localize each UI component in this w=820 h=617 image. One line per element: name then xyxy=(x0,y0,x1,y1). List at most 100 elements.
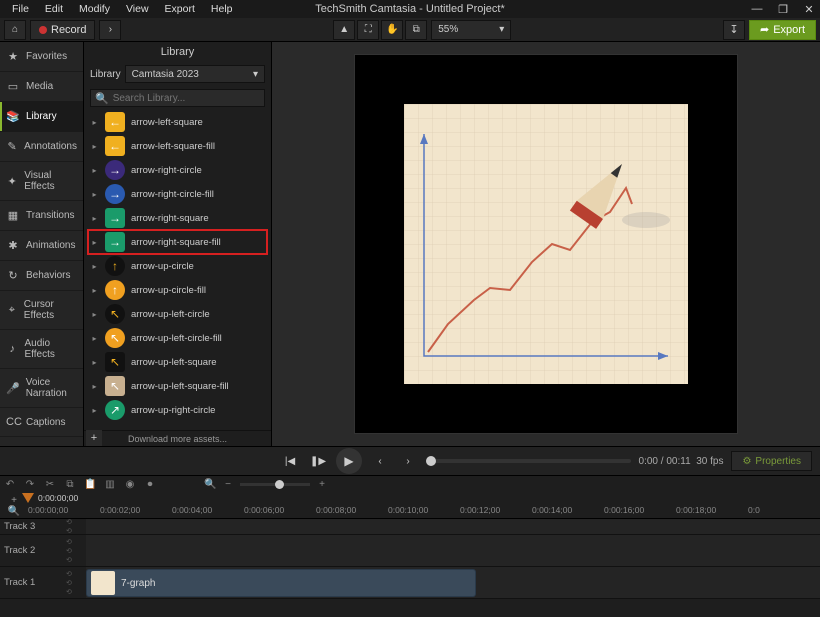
record-button[interactable]: Record xyxy=(30,20,95,40)
asset-item[interactable]: ▸ ↖ arrow-up-left-circle xyxy=(88,302,267,326)
expand-icon[interactable]: ▸ xyxy=(90,238,99,247)
playback-scrubber[interactable] xyxy=(426,459,631,463)
window-minimize[interactable]: — xyxy=(750,3,764,16)
track-body[interactable]: 7-graph xyxy=(86,567,820,598)
asset-item[interactable]: ▸ ↖ arrow-up-left-square-fill xyxy=(88,374,267,398)
split-button[interactable]: ▥ xyxy=(104,479,116,490)
track-label[interactable]: Track 2 xyxy=(0,535,66,566)
properties-button[interactable]: ⚙ Properties xyxy=(731,451,812,471)
asset-item[interactable]: ▸ ↗ arrow-up-right-circle xyxy=(88,398,267,422)
group-tool[interactable]: ⛶ xyxy=(357,20,379,40)
canvas-zoom-select[interactable]: 55% ▾ xyxy=(431,20,511,40)
sidebar-item-favorites[interactable]: ★Favorites xyxy=(0,42,83,72)
asset-item[interactable]: ▸ → arrow-right-square xyxy=(88,206,267,230)
expand-icon[interactable]: ▸ xyxy=(90,286,99,295)
window-maximize[interactable]: ❐ xyxy=(776,3,790,16)
window-close[interactable]: ✕ xyxy=(802,3,816,16)
scrubber-handle[interactable] xyxy=(426,456,436,466)
track-label[interactable]: Track 1 xyxy=(0,567,66,598)
track-body[interactable] xyxy=(86,535,820,566)
track-body[interactable] xyxy=(86,519,820,534)
sidebar-item-audio-effects[interactable]: ♪Audio Effects xyxy=(0,330,83,369)
ruler-tick: 0:0 xyxy=(748,505,820,518)
marker-button[interactable]: ◉ xyxy=(124,479,136,490)
playback-bar: |◀ ❚▶ ▶ ‹ › 0:00 / 00:11 30 fps ⚙ Proper… xyxy=(0,446,820,475)
timeline-zoom-slider[interactable] xyxy=(240,483,310,486)
asset-item[interactable]: ▸ ↑ arrow-up-circle xyxy=(88,254,267,278)
copy-button[interactable]: ⧉ xyxy=(64,479,76,490)
asset-item[interactable]: ▸ → arrow-right-circle-fill xyxy=(88,182,267,206)
timeline-clip[interactable]: 7-graph xyxy=(86,569,476,597)
menu-view[interactable]: View xyxy=(118,1,157,17)
asset-item[interactable]: ▸ ↑ arrow-up-circle-fill xyxy=(88,278,267,302)
search-icon: 🔍 xyxy=(95,92,109,105)
prev-frame-button[interactable]: |◀ xyxy=(280,451,300,471)
expand-icon[interactable]: ▸ xyxy=(90,262,99,271)
asset-item[interactable]: ▸ ← arrow-left-square-fill xyxy=(88,134,267,158)
expand-icon[interactable]: ▸ xyxy=(90,382,99,391)
asset-list: ▸ ← arrow-left-square▸ ← arrow-left-squa… xyxy=(84,110,271,430)
menu-edit[interactable]: Edit xyxy=(37,1,71,17)
menu-help[interactable]: Help xyxy=(203,1,241,17)
zoom-slider-handle[interactable] xyxy=(275,480,284,489)
track-label[interactable]: Track 3 xyxy=(0,519,66,534)
undo-button[interactable]: ↶ xyxy=(4,479,16,490)
pointer-tool[interactable]: ▲ xyxy=(333,20,355,40)
expand-icon[interactable]: ▸ xyxy=(90,142,99,151)
sidebar-item-transitions[interactable]: ▦Transitions xyxy=(0,201,83,231)
sidebar-item-visual-effects[interactable]: ✦Visual Effects xyxy=(0,162,83,201)
expand-icon[interactable]: ▸ xyxy=(90,310,99,319)
library-selector[interactable]: Camtasia 2023 ▾ xyxy=(125,65,265,83)
canvas[interactable] xyxy=(354,54,738,434)
sidebar-item-voice-narration[interactable]: 🎤Voice Narration xyxy=(0,369,83,408)
zoom-in-button[interactable]: + xyxy=(316,479,328,490)
zoom-out-button[interactable]: − xyxy=(222,479,234,490)
download-more-link[interactable]: Download more assets... xyxy=(128,434,227,444)
library-search[interactable]: 🔍 xyxy=(90,89,265,107)
expand-icon[interactable]: ▸ xyxy=(90,406,99,415)
sidebar-item-behaviors[interactable]: ↻Behaviors xyxy=(0,261,83,291)
pan-tool[interactable]: ✋ xyxy=(381,20,403,40)
back-button[interactable]: ‹ xyxy=(370,451,390,471)
expand-icon[interactable]: ▸ xyxy=(90,214,99,223)
sidebar-item-animations[interactable]: ✱Animations xyxy=(0,231,83,261)
asset-item[interactable]: ▸ → arrow-right-circle xyxy=(88,158,267,182)
expand-icon[interactable]: ▸ xyxy=(90,118,99,127)
share-button[interactable]: ↧ xyxy=(723,20,745,40)
record-dropdown[interactable]: › xyxy=(99,20,121,40)
track-add-button[interactable]: + xyxy=(11,495,17,506)
canvas-media[interactable] xyxy=(404,104,688,384)
expand-icon[interactable]: ▸ xyxy=(90,190,99,199)
asset-item[interactable]: ▸ ↖ arrow-up-left-circle-fill xyxy=(88,326,267,350)
expand-icon[interactable]: ▸ xyxy=(90,358,99,367)
sidebar-item-captions[interactable]: CCCaptions xyxy=(0,408,83,437)
sidebar-item-library[interactable]: 📚Library xyxy=(0,102,83,132)
sidebar-item-media[interactable]: ▭Media xyxy=(0,72,83,102)
timeline-ruler[interactable]: 0:00:00;00 0:00:00;000:00:02;000:00:04;0… xyxy=(28,493,820,518)
panel-title: Library xyxy=(84,42,271,62)
menu-export[interactable]: Export xyxy=(157,1,203,17)
step-button[interactable]: ❚▶ xyxy=(308,451,328,471)
crop-tool[interactable]: ⧉ xyxy=(405,20,427,40)
forward-button[interactable]: › xyxy=(398,451,418,471)
add-asset-button[interactable]: + xyxy=(86,430,102,446)
cut-button[interactable]: ✂ xyxy=(44,479,56,490)
asset-item[interactable]: ▸ ↖ arrow-up-left-square xyxy=(88,350,267,374)
expand-icon[interactable]: ▸ xyxy=(90,166,99,175)
ruler-tick: 0:00:12;00 xyxy=(460,505,532,518)
paste-button[interactable]: 📋 xyxy=(84,479,96,490)
play-button[interactable]: ▶ xyxy=(336,448,362,474)
asset-item[interactable]: ▸ ← arrow-left-square xyxy=(88,110,267,134)
home-button[interactable]: ⌂ xyxy=(4,20,26,40)
mini-record-button[interactable]: ⏺ xyxy=(144,479,156,490)
sidebar-item-annotations[interactable]: ✎Annotations xyxy=(0,132,83,162)
export-button[interactable]: ➦ Export xyxy=(749,20,816,40)
expand-icon[interactable]: ▸ xyxy=(90,334,99,343)
asset-item[interactable]: ▸ → arrow-right-square-fill xyxy=(88,230,267,254)
menu-file[interactable]: File xyxy=(4,1,37,17)
track-zoom-button[interactable]: 🔍 xyxy=(8,506,20,517)
menu-modify[interactable]: Modify xyxy=(71,1,118,17)
redo-button[interactable]: ↷ xyxy=(24,479,36,490)
sidebar-item-cursor-effects[interactable]: ⌖Cursor Effects xyxy=(0,291,83,330)
search-input[interactable] xyxy=(113,93,260,104)
